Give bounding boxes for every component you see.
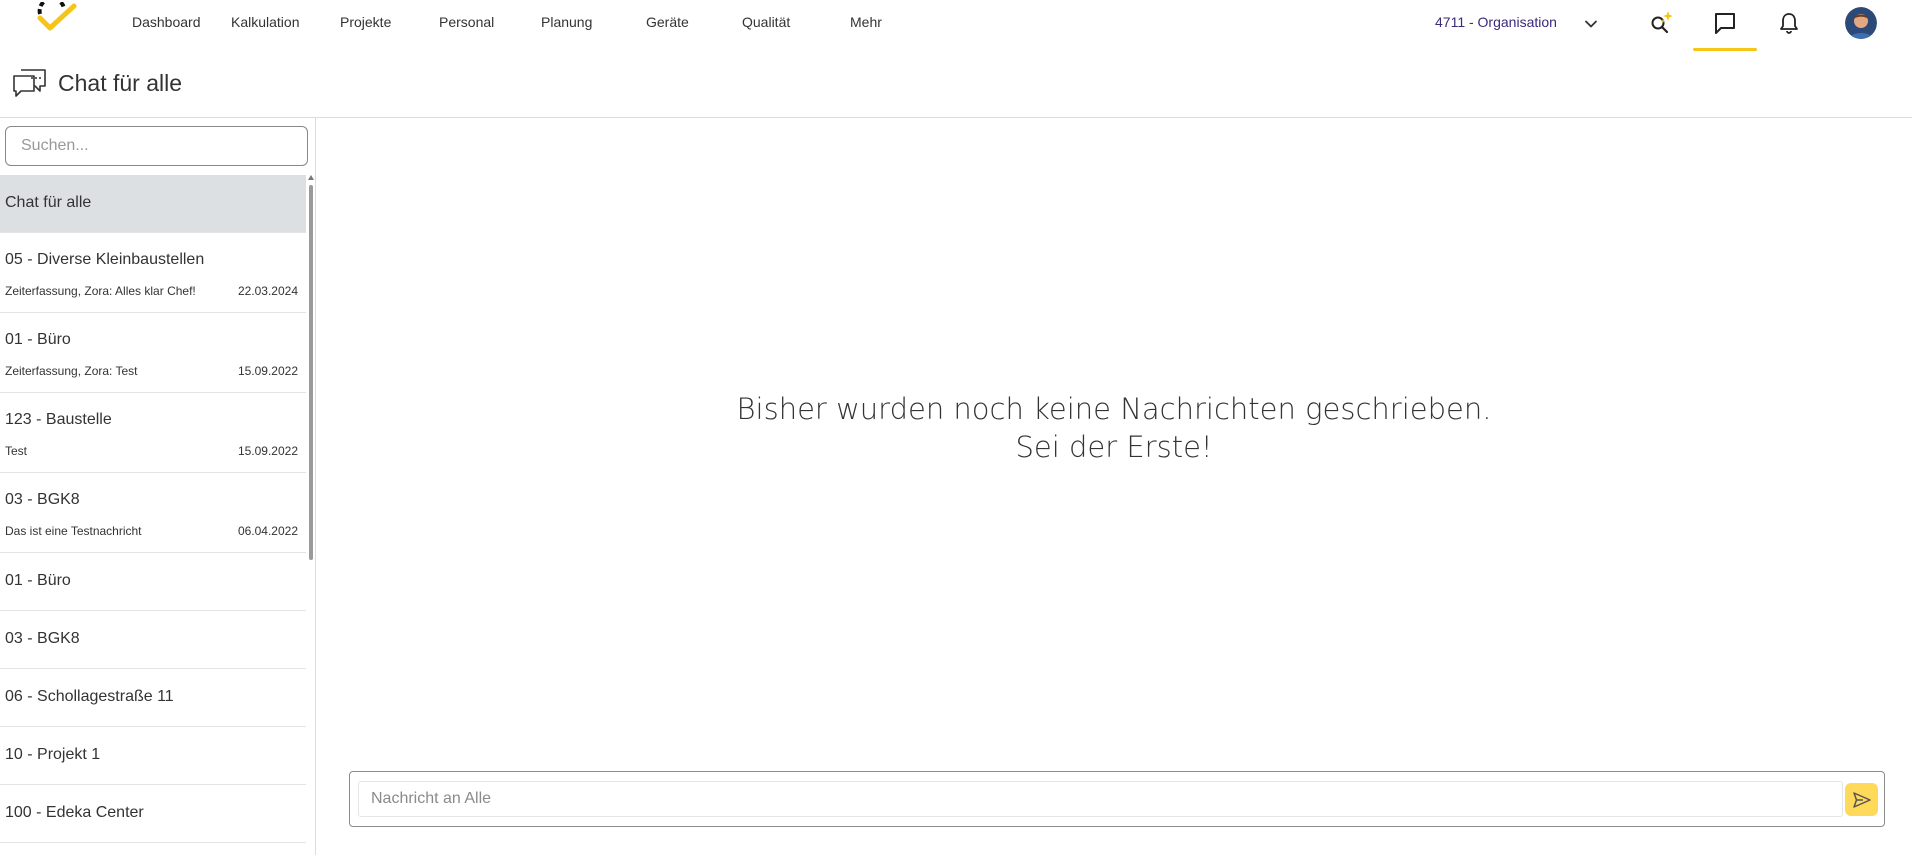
nav-planung[interactable]: Planung: [541, 14, 592, 30]
chat-last-message: Zeiterfassung, Zora: Alles klar Chef!: [5, 284, 196, 298]
scroll-thumb[interactable]: [309, 185, 313, 560]
chat-title: Chat für alle: [5, 194, 92, 211]
avatar[interactable]: [1845, 7, 1877, 39]
chat-title: 10 - Projekt 1: [5, 746, 101, 763]
chat-item-chat-fuer-alle[interactable]: Chat für alle: [0, 175, 306, 233]
checkmark-logo[interactable]: [34, 2, 78, 36]
chevron-down-icon[interactable]: [1583, 16, 1599, 32]
nav-geraete[interactable]: Geräte: [646, 14, 689, 30]
chat-item-buero[interactable]: 01 - Büro Zeiterfassung, Zora: Test 15.0…: [0, 313, 306, 393]
search-button[interactable]: [1646, 8, 1676, 38]
chat-last-message: Zeiterfassung, Zora: Test: [5, 364, 138, 378]
chat-title: 100 - Edeka Center: [5, 804, 144, 821]
nav-personal[interactable]: Personal: [439, 14, 494, 30]
send-icon: [1852, 791, 1871, 808]
chat-title: 06 - Schollagestraße 11: [5, 688, 174, 705]
nav-mehr[interactable]: Mehr: [850, 14, 882, 30]
chat-item-diverse-kleinbaustellen[interactable]: 05 - Diverse Kleinbaustellen Zeiterfassu…: [0, 233, 306, 313]
chat-sidebar: Chat für alle 05 - Diverse Kleinbaustell…: [0, 118, 316, 855]
nav-dashboard[interactable]: Dashboard: [132, 14, 201, 30]
empty-chat-message: Bisher wurden noch keine Nachrichten ges…: [316, 390, 1912, 466]
chat-list: Chat für alle 05 - Diverse Kleinbaustell…: [0, 175, 310, 855]
chat-item-projekt-1[interactable]: 10 - Projekt 1: [0, 727, 306, 785]
chat-date: 15.09.2022: [237, 444, 298, 458]
organisation-selector[interactable]: 4711 - Organisation: [1435, 14, 1557, 30]
nav-kalkulation[interactable]: Kalkulation: [231, 14, 300, 30]
chat-title: 05 - Diverse Kleinbaustellen: [5, 251, 205, 268]
message-input[interactable]: [358, 781, 1843, 817]
user-avatar-icon: [1845, 7, 1877, 39]
search-input[interactable]: [5, 126, 308, 166]
empty-message-line-1: Bisher wurden noch keine Nachrichten ges…: [736, 392, 1492, 426]
chat-list-scrollbar[interactable]: [308, 175, 314, 855]
chat-date: 06.04.2022: [237, 524, 298, 538]
notifications-button[interactable]: [1774, 8, 1804, 38]
chat-item-bgk8-2[interactable]: 03 - BGK8: [0, 611, 306, 669]
bell-icon: [1780, 13, 1798, 34]
chat-title: 01 - Büro: [5, 331, 71, 348]
sparkle-search-icon: [1651, 11, 1673, 34]
chat-item-bgk8[interactable]: 03 - BGK8 Das ist eine Testnachricht 06.…: [0, 473, 306, 553]
chat-last-message: Das ist eine Testnachricht: [5, 524, 142, 538]
top-navigation: Dashboard Kalkulation Projekte Personal …: [0, 0, 1912, 51]
page-header: Chat für alle: [12, 66, 182, 100]
chat-date: 15.09.2022: [237, 364, 298, 378]
chat-title: 03 - BGK8: [5, 630, 80, 647]
chat-bubble-icon: [1715, 13, 1735, 34]
chat-group-icon: [13, 69, 46, 97]
chat-date: 22.03.2024: [237, 284, 298, 298]
nav-qualitaet[interactable]: Qualität: [742, 14, 790, 30]
nav-projekte[interactable]: Projekte: [340, 14, 391, 30]
active-tab-indicator: [1693, 48, 1757, 51]
chat-last-message: Test: [5, 444, 28, 458]
chat-title: 01 - Büro: [5, 572, 71, 589]
empty-message-line-2: Sei der Erste!: [1015, 430, 1213, 464]
message-composer: [349, 771, 1885, 827]
page-title: Chat für alle: [58, 69, 183, 96]
chat-item-schollagestrasse[interactable]: 06 - Schollagestraße 11: [0, 669, 306, 727]
send-button[interactable]: [1845, 783, 1878, 816]
chat-title: 03 - BGK8: [5, 491, 80, 508]
chat-item-edeka-center[interactable]: 100 - Edeka Center: [0, 785, 306, 843]
chat-title: 123 - Baustelle: [5, 411, 112, 428]
scroll-up-arrow-icon[interactable]: [308, 175, 314, 180]
chat-item-baustelle[interactable]: 123 - Baustelle Test 15.09.2022: [0, 393, 306, 473]
chat-button[interactable]: [1710, 8, 1740, 38]
chat-item-buero-2[interactable]: 01 - Büro: [0, 553, 306, 611]
